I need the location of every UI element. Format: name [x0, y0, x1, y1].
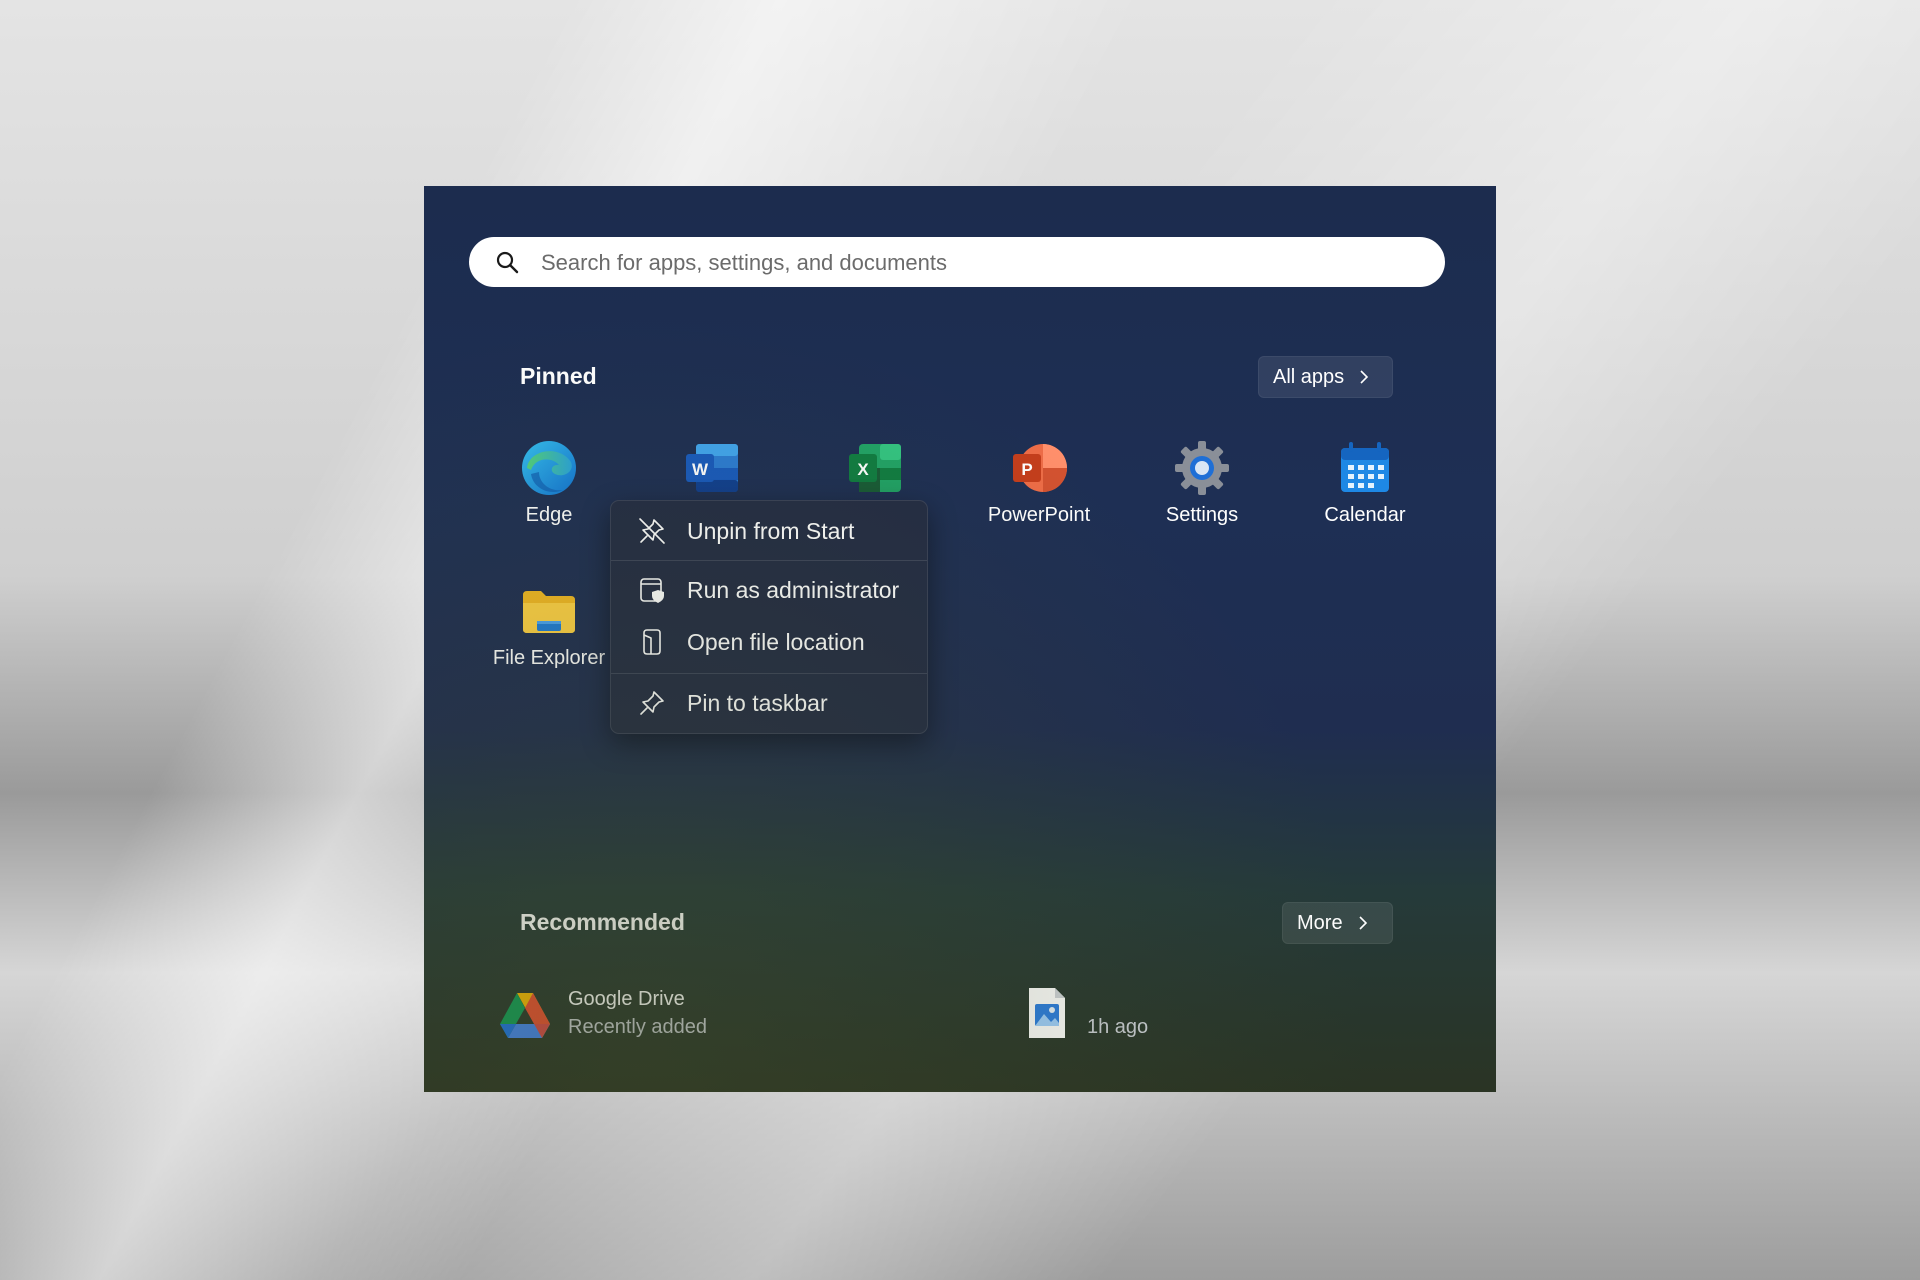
app-label: Settings: [1165, 504, 1239, 526]
menu-label: Open file location: [687, 628, 865, 655]
menu-divider: [611, 560, 927, 561]
app-label: File Explorer: [492, 647, 606, 669]
menu-item-open-file-location[interactable]: Open file location: [615, 618, 923, 666]
word-icon: W: [686, 444, 738, 492]
powerpoint-icon: P: [1013, 444, 1067, 492]
recommended-item-image-file[interactable]: 1h ago: [1019, 986, 1279, 1046]
search-icon: [496, 251, 519, 274]
unpin-icon: [639, 518, 665, 544]
svg-text:P: P: [1021, 460, 1032, 479]
menu-divider: [611, 673, 927, 674]
more-button[interactable]: More: [1282, 902, 1393, 944]
google-drive-icon: [500, 993, 550, 1038]
menu-item-unpin-from-start[interactable]: Unpin from Start: [615, 507, 923, 555]
recommended-item-subtitle: 1h ago: [1087, 1016, 1149, 1038]
all-apps-button[interactable]: All apps: [1258, 356, 1393, 398]
svg-text:X: X: [857, 460, 869, 479]
search-box[interactable]: [469, 237, 1445, 289]
app-label: Edge: [525, 504, 573, 526]
context-menu: Unpin from Start Run as administrator Op…: [610, 500, 928, 734]
menu-label: Unpin from Start: [687, 517, 855, 544]
pinned-app-file-explorer[interactable]: File Explorer: [474, 581, 624, 691]
recommended-item-subtitle: Recently added: [568, 1016, 707, 1038]
app-label: Calendar: [1324, 504, 1406, 526]
pinned-app-edge[interactable]: Edge: [474, 438, 624, 548]
svg-text:W: W: [692, 460, 709, 479]
chevron-right-icon: [1360, 370, 1369, 384]
search-input[interactable]: [539, 237, 1423, 289]
chevron-right-icon: [1359, 916, 1367, 930]
recommended-item-google-drive[interactable]: Google Drive Recently added: [496, 986, 876, 1046]
menu-item-pin-to-taskbar[interactable]: Pin to taskbar: [615, 679, 923, 727]
excel-icon: X: [849, 444, 901, 492]
menu-item-run-as-administrator[interactable]: Run as administrator: [615, 566, 923, 614]
start-menu: Pinned All apps Edge: [424, 186, 1496, 1092]
recommended-item-title: Google Drive: [568, 988, 685, 1010]
pinned-app-calendar[interactable]: Calendar: [1290, 438, 1440, 548]
calendar-icon: [1341, 442, 1389, 492]
pinned-app-settings[interactable]: Settings: [1127, 438, 1277, 548]
image-file-icon: [1029, 988, 1065, 1038]
shield-window-icon: [640, 578, 664, 603]
pinned-app-powerpoint[interactable]: P PowerPoint: [964, 438, 1114, 548]
edge-icon: [522, 441, 576, 495]
folder-icon: [523, 591, 575, 633]
all-apps-label: All apps: [1273, 365, 1345, 388]
file-location-icon: [643, 629, 661, 655]
gear-icon: [1175, 441, 1229, 495]
menu-label: Run as administrator: [687, 576, 900, 603]
more-label: More: [1297, 911, 1343, 934]
app-label: PowerPoint: [987, 504, 1091, 526]
pinned-title: Pinned: [520, 363, 597, 389]
menu-label: Pin to taskbar: [687, 689, 828, 716]
pin-icon: [640, 691, 664, 715]
recommended-title: Recommended: [520, 909, 685, 935]
